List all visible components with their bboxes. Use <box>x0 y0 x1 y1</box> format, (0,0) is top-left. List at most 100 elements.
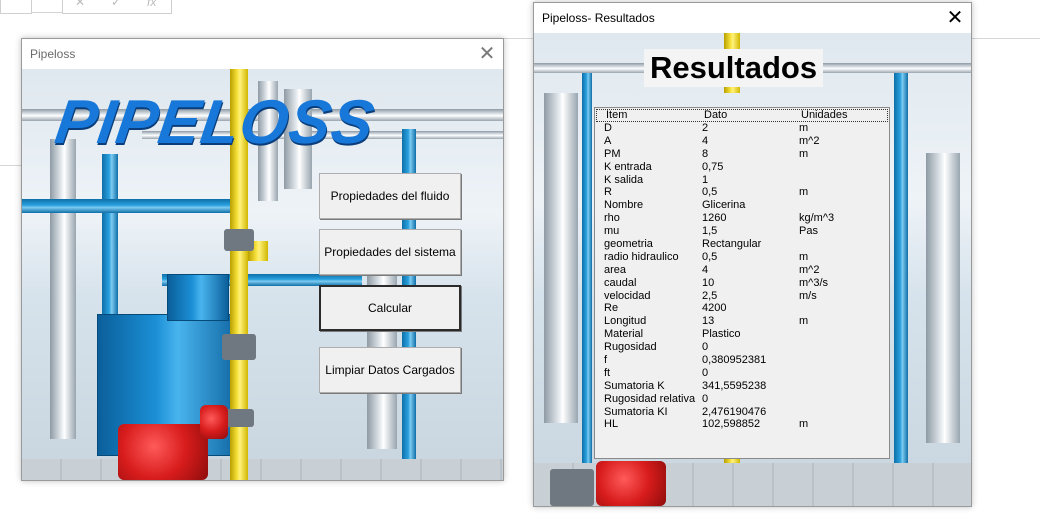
item-name: Sumatoria KI <box>604 405 668 418</box>
red-burner <box>596 461 666 506</box>
list-item[interactable]: Longitud 13 m <box>595 315 889 328</box>
item-unit: m^3/s <box>799 276 828 289</box>
floor <box>22 459 503 480</box>
system-properties-button[interactable]: Propiedades del sistema <box>319 229 461 275</box>
item-name: K entrada <box>604 160 652 173</box>
list-item[interactable]: ft 0 <box>595 367 889 380</box>
item-value: 2,476190476 <box>702 405 767 418</box>
list-item[interactable]: velocidad 2,5 m/s <box>595 290 889 303</box>
item-value: 4 <box>702 134 709 147</box>
list-item[interactable]: A 4 m^2 <box>595 135 889 148</box>
close-icon[interactable]: ✕ <box>471 39 503 69</box>
item-name: rho <box>604 212 620 225</box>
results-rows: D 2 m A 4 m^2 PM 8 m K entrada 0,75 K salida 1 R 0,5 m N… <box>595 122 889 431</box>
list-item[interactable]: K salida 1 <box>595 174 889 187</box>
item-name: mu <box>604 225 620 238</box>
item-value: Plastico <box>702 328 741 341</box>
excel-grid-line <box>0 165 22 166</box>
list-item[interactable]: Re 4200 <box>595 302 889 315</box>
list-item[interactable]: mu 1,5 Pas <box>595 225 889 238</box>
boiler-top <box>167 274 229 321</box>
list-item[interactable]: Rugosidad relativa 0 <box>595 393 889 406</box>
list-item[interactable]: D 2 m <box>595 122 889 135</box>
cancel-icon[interactable]: ✕ <box>75 0 85 9</box>
pipeloss-client: PIPELOSS Propiedades del fluido Propieda… <box>22 69 503 480</box>
column-header-unidades: Unidades <box>801 109 848 121</box>
blue-pipe <box>22 199 237 213</box>
column-header-dato: Dato <box>704 109 728 121</box>
results-listbox[interactable]: Item Dato Unidades D 2 m A 4 m^2 PM 8 m K entrada… <box>594 107 890 459</box>
gas-valve <box>224 409 254 427</box>
excel-formula-strip: ✕ ✓ fx <box>0 0 172 14</box>
item-name: f <box>604 354 608 367</box>
list-item[interactable]: Material Plastico <box>595 328 889 341</box>
valve <box>550 469 594 506</box>
list-header: Item Dato Unidades <box>596 109 888 122</box>
gas-valve <box>224 229 254 251</box>
list-item[interactable]: HL 102,598852 m <box>595 418 889 431</box>
list-item[interactable]: f 0,380952381 <box>595 354 889 367</box>
clear-data-button[interactable]: Limpiar Datos Cargados <box>319 347 461 393</box>
item-name: Rugosidad <box>604 341 657 354</box>
list-item[interactable]: radio hidraulico 0,5 m <box>595 251 889 264</box>
calculate-button[interactable]: Calcular <box>319 285 461 331</box>
item-value: 4200 <box>702 302 727 315</box>
item-value: 1,5 <box>702 225 718 238</box>
item-value: 0,380952381 <box>702 354 767 367</box>
list-item[interactable]: Sumatoria KI 2,476190476 <box>595 406 889 419</box>
window-title: Pipeloss <box>30 47 76 61</box>
list-item[interactable]: PM 8 m <box>595 148 889 161</box>
check-icon[interactable]: ✓ <box>111 0 121 9</box>
item-unit: m <box>799 122 809 134</box>
name-box[interactable] <box>0 0 32 14</box>
list-item[interactable]: geometria Rectangular <box>595 238 889 251</box>
item-value: 0,75 <box>702 160 724 173</box>
background-image: Resultados Item Dato Unidades D 2 m A 4 m^2 PM… <box>534 33 971 506</box>
item-name: radio hidraulico <box>604 250 679 263</box>
list-item[interactable]: R 0,5 m <box>595 186 889 199</box>
results-heading: Resultados <box>644 49 824 87</box>
steel-pipe <box>50 139 76 439</box>
pipeloss-window: Pipeloss ✕ PIPELOSS Propiedades del flui… <box>21 38 504 481</box>
item-name: R <box>604 186 612 199</box>
item-unit: m <box>799 315 809 328</box>
fluid-properties-button[interactable]: Propiedades del fluido <box>319 173 461 219</box>
item-name: D <box>604 122 612 134</box>
item-name: Re <box>604 302 619 315</box>
list-item[interactable]: Nombre Glicerina <box>595 199 889 212</box>
item-value: 2,5 <box>702 289 718 302</box>
item-name: A <box>604 134 612 147</box>
item-name: Longitud <box>604 315 647 328</box>
list-item[interactable]: area 4 m^2 <box>595 264 889 277</box>
item-name: ft <box>604 366 611 379</box>
item-name: PM <box>604 147 621 160</box>
title-bar: Pipeloss- Resultados ✕ <box>534 3 971 33</box>
close-icon[interactable]: ✕ <box>939 3 971 33</box>
window-title: Pipeloss- Resultados <box>542 11 655 25</box>
list-item[interactable]: Sumatoria K 341,5595238 <box>595 380 889 393</box>
item-value: 0 <box>702 392 709 405</box>
item-value: 2 <box>702 122 709 134</box>
list-item[interactable]: K entrada 0,75 <box>595 161 889 174</box>
red-burner <box>200 405 228 439</box>
item-name: caudal <box>604 276 637 289</box>
item-unit: kg/m^3 <box>799 212 835 225</box>
background-image: PIPELOSS Propiedades del fluido Propieda… <box>22 69 503 480</box>
list-item[interactable]: caudal 10 m^3/s <box>595 277 889 290</box>
item-name: velocidad <box>604 289 651 302</box>
item-value: 13 <box>702 315 715 328</box>
item-value: 102,598852 <box>702 418 761 431</box>
blue-pipe <box>894 73 908 493</box>
steel-pipe <box>544 93 578 423</box>
blue-pipe <box>582 73 592 493</box>
item-unit: m^2 <box>799 263 820 276</box>
app-logo: PIPELOSS <box>51 88 379 157</box>
item-value: 10 <box>702 276 715 289</box>
results-client: Resultados Item Dato Unidades D 2 m A 4 m^2 PM… <box>534 33 971 506</box>
list-item[interactable]: Rugosidad 0 <box>595 341 889 354</box>
item-unit: m <box>799 418 809 431</box>
fx-icon[interactable]: fx <box>147 0 156 9</box>
list-item[interactable]: rho 1260 kg/m^3 <box>595 212 889 225</box>
column-header-item: Item <box>606 109 628 121</box>
title-bar: Pipeloss ✕ <box>22 39 503 69</box>
